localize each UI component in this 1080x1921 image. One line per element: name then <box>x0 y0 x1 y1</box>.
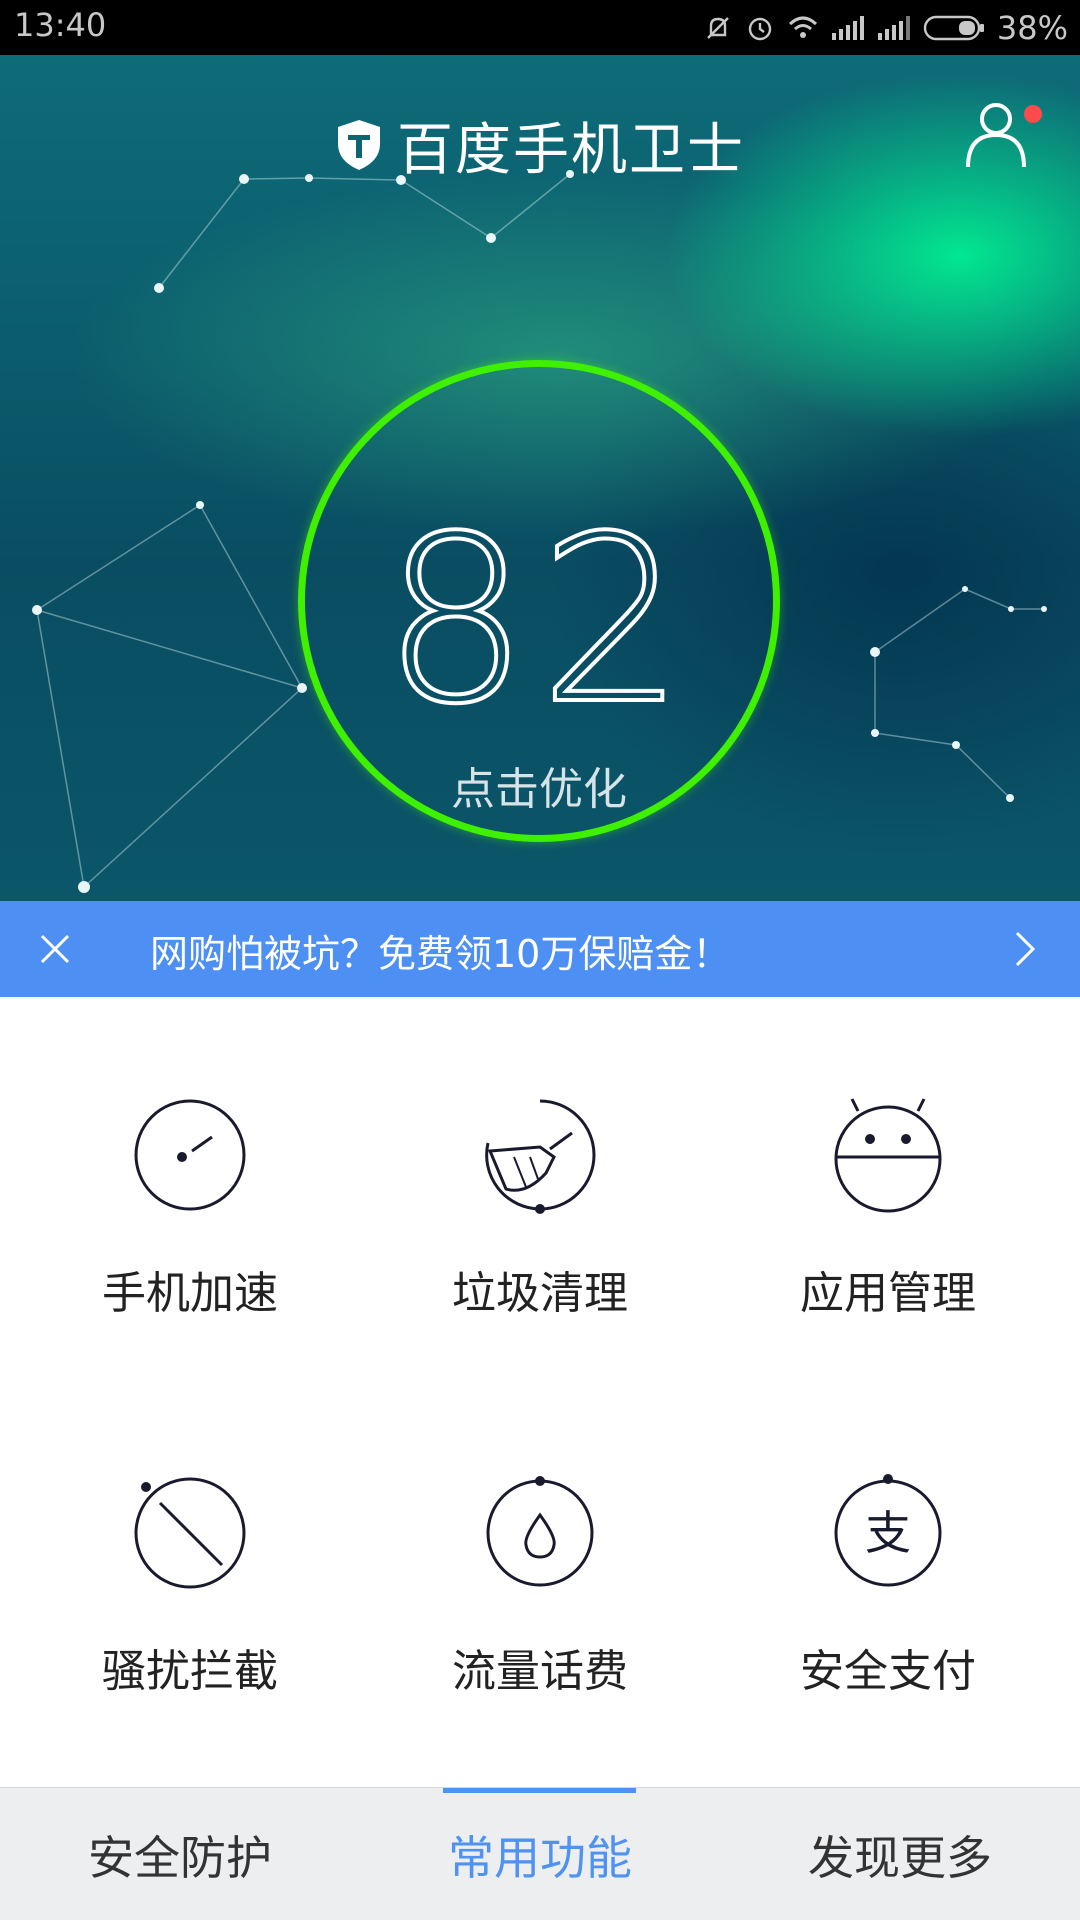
alarm-icon <box>748 17 772 41</box>
user-profile-button[interactable] <box>960 97 1042 177</box>
app-title: 百度手机卫士 <box>397 117 745 183</box>
score-value: 82 <box>383 500 696 740</box>
app-title-row: 百度手机卫士 <box>0 105 1080 185</box>
promo-text[interactable]: 网购怕被坑？免费领10万保赔金！ <box>150 923 730 978</box>
signal-icon <box>831 16 864 40</box>
mute-icon <box>707 17 729 39</box>
feature-grid: 手机加速 垃圾清理 应用管理 骚扰拦截 流量话费 支 安全支付 <box>0 997 1080 1787</box>
hero-panel: 百度手机卫士 82 点击优化 <box>0 55 1080 901</box>
feature-app-manage[interactable]: 应用管理 <box>708 997 1068 1319</box>
feature-junk-clean[interactable]: 垃圾清理 <box>360 997 720 1319</box>
wifi-icon <box>788 16 817 38</box>
android-icon <box>834 1098 942 1213</box>
battery-icon <box>923 15 984 41</box>
feature-label: 垃圾清理 <box>452 1268 628 1319</box>
feature-data-billing[interactable]: 流量话费 <box>360 1375 720 1697</box>
feature-harass-block[interactable]: 骚扰拦截 <box>10 1375 370 1697</box>
broom-icon <box>485 1099 596 1214</box>
promo-banner[interactable]: 网购怕被坑？免费领10万保赔金！ <box>0 901 1080 997</box>
close-icon[interactable] <box>30 924 80 974</box>
status-icons: 38% <box>703 8 1068 48</box>
feature-label: 应用管理 <box>800 1268 976 1319</box>
feature-secure-pay[interactable]: 支 安全支付 <box>708 1375 1068 1697</box>
tab-security[interactable]: 安全防护 <box>0 1788 360 1921</box>
battery-percent: 38% <box>996 9 1068 47</box>
drop-icon <box>486 1476 594 1587</box>
signal-icon <box>877 16 910 40</box>
feature-label: 安全支付 <box>800 1646 976 1697</box>
status-bar: 13:40 38% <box>0 0 1080 55</box>
score-value-graphic: 82 <box>381 500 696 740</box>
speedometer-icon <box>134 1099 246 1211</box>
tab-discover-more[interactable]: 发现更多 <box>720 1788 1080 1921</box>
pay-icon: 支 <box>834 1474 942 1587</box>
feature-label: 手机加速 <box>102 1268 278 1319</box>
feature-phone-speedup[interactable]: 手机加速 <box>10 997 370 1319</box>
svg-text:支: 支 <box>865 1506 911 1560</box>
block-icon <box>134 1477 246 1589</box>
feature-label: 骚扰拦截 <box>102 1646 278 1697</box>
chevron-right-icon[interactable] <box>1005 927 1045 971</box>
status-time: 13:40 <box>14 6 107 44</box>
bottom-tab-bar: 安全防护 常用功能 发现更多 <box>0 1787 1080 1920</box>
notification-dot <box>1024 105 1042 123</box>
feature-label: 流量话费 <box>452 1646 628 1697</box>
shield-icon <box>338 120 380 170</box>
tab-common-features[interactable]: 常用功能 <box>360 1788 720 1921</box>
optimize-label[interactable]: 点击优化 <box>298 753 780 817</box>
